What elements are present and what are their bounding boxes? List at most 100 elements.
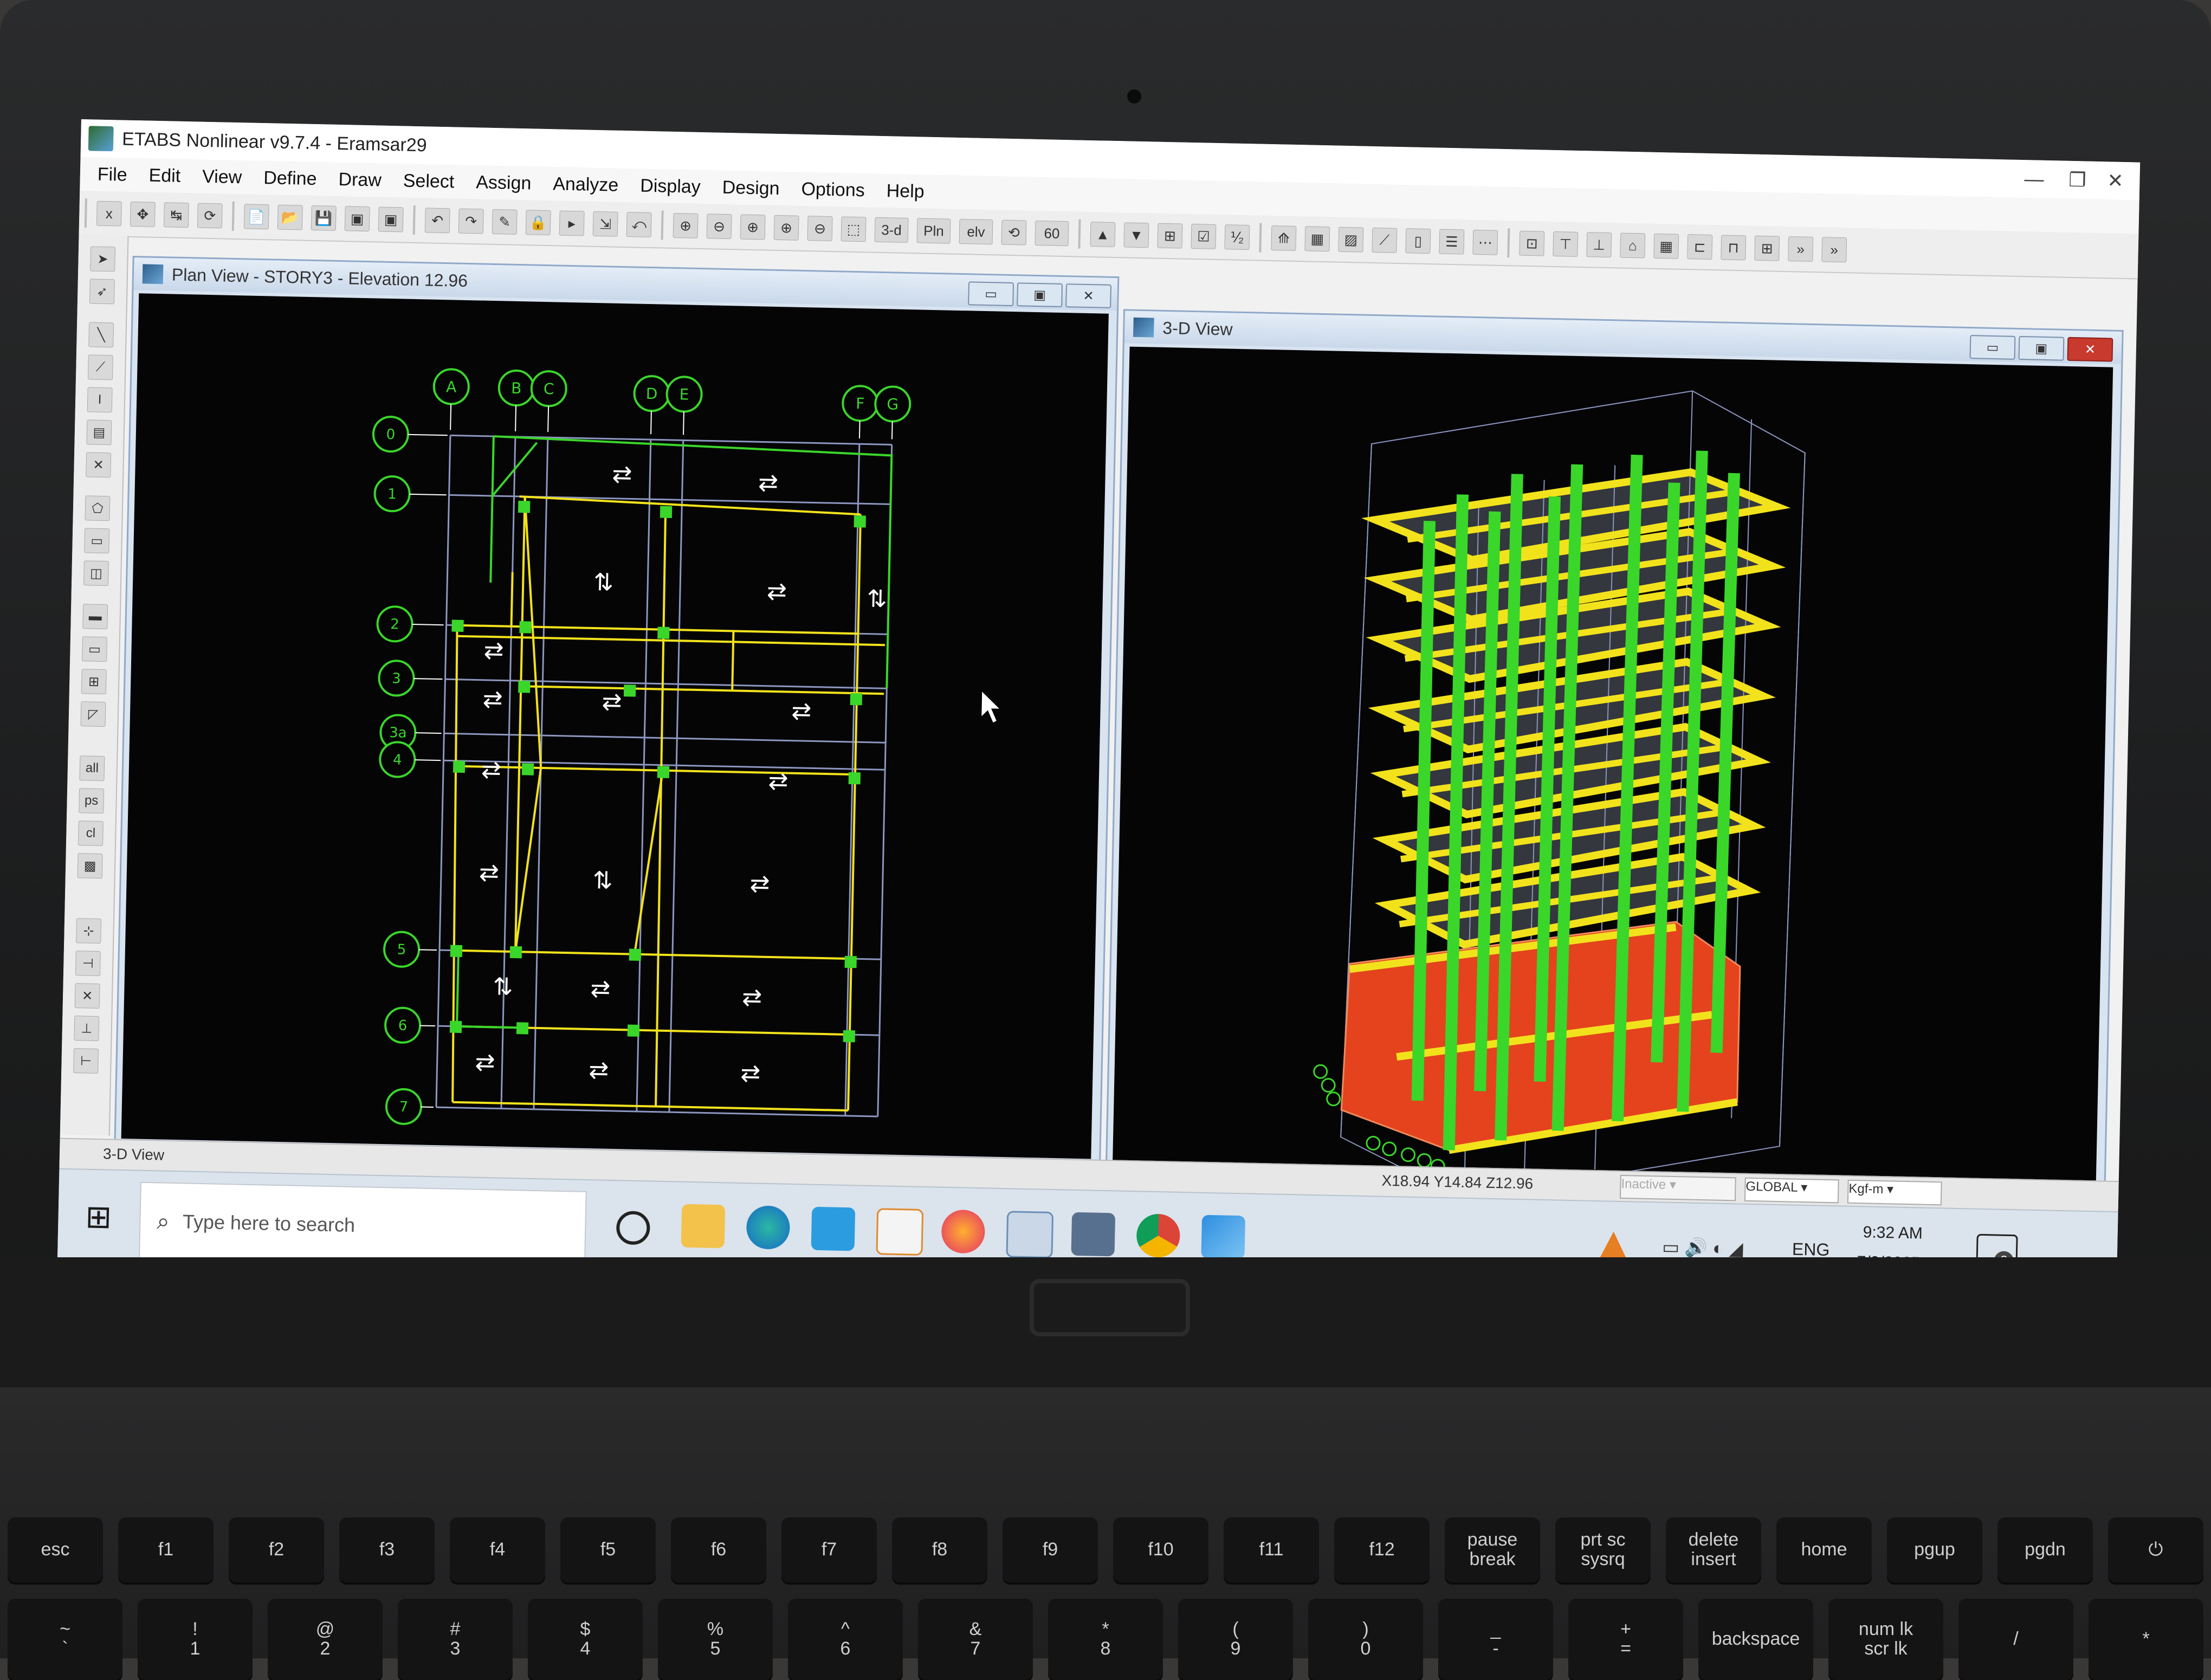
menu-define[interactable]: Define [259,167,321,189]
zoom-previous-icon[interactable]: ⊖ [807,216,833,241]
menu-draw[interactable]: Draw [334,169,386,191]
draw-beam-icon[interactable]: ▤ [86,419,112,445]
design-steel-icon[interactable]: ⊤ [1553,231,1578,257]
menu-assign[interactable]: Assign [471,172,536,194]
run-icon[interactable]: ⇲ [593,211,618,237]
draw-opening-icon[interactable]: ▭ [82,636,107,662]
keyboard-key[interactable]: $ 4 [528,1599,643,1680]
move-up-icon[interactable]: ▲ [1090,222,1115,247]
keyboard-key[interactable]: # 3 [398,1599,513,1680]
fraction-icon[interactable]: ⅟₂ [1224,224,1250,250]
plan-close-button[interactable]: ✕ [1065,283,1111,308]
autocad-icon[interactable] [1006,1211,1053,1258]
snap-end-icon[interactable]: ⊣ [75,951,101,976]
keyboard-key[interactable]: & 7 [918,1599,1033,1680]
task-view-icon[interactable] [616,1211,650,1245]
design-shear-icon[interactable]: ⊓ [1721,235,1746,260]
toolbar-overflow-icon[interactable]: » [1788,236,1813,262]
set-display-options-icon[interactable]: ☑ [1191,224,1216,249]
keyboard-key[interactable]: prt sc sysrq [1555,1517,1651,1582]
replicate-icon[interactable]: ↹ [164,202,189,228]
minimize-button[interactable]: — [2009,165,2059,193]
keyboard-key[interactable]: f1 [118,1517,214,1582]
design-table-icon[interactable]: ⊞ [1754,236,1780,261]
keyboard-key[interactable]: @ 2 [268,1599,383,1680]
draw-line-icon[interactable]: ╲ [88,322,114,347]
open-folder-icon[interactable]: 📂 [277,205,303,230]
pencil-icon[interactable]: ✎ [492,209,518,235]
menu-edit[interactable]: Edit [144,165,185,187]
keyboard-key[interactable]: _ - [1438,1599,1553,1680]
cut-icon[interactable]: x [96,201,122,227]
menu-file[interactable]: File [93,164,132,185]
keyboard-key[interactable]: ( 9 [1178,1599,1293,1680]
design-concrete-icon[interactable]: ⊥ [1586,232,1612,257]
elevation-view-button[interactable]: elv [959,219,993,244]
show-mode-icon[interactable]: ⟋ [1372,228,1397,253]
clear-selection-icon[interactable]: cl [78,820,104,846]
save-icon[interactable]: 💾 [311,205,337,231]
keyboard-key[interactable]: * 8 [1048,1599,1163,1680]
3d-view-canvas[interactable] [1113,347,2113,1183]
zoom-window-icon[interactable]: ⊕ [673,213,699,238]
redo-icon[interactable]: ↷ [458,209,484,234]
draw-secondary-icon[interactable]: ✕ [86,452,111,477]
show-list-icon[interactable]: ☰ [1439,229,1464,255]
etabs-taskbar-icon[interactable] [1071,1212,1115,1257]
snap-line-icon[interactable]: ⊢ [73,1048,99,1074]
keyboard-key[interactable]: home [1776,1517,1872,1582]
keyboard-key[interactable]: num lk scr lk [1828,1599,1943,1680]
keyboard-key[interactable]: ~ ` [8,1599,122,1680]
menu-view[interactable]: View [198,166,247,188]
zoom-in-icon[interactable]: ⊕ [740,215,766,240]
keyboard-key[interactable]: ^ 6 [788,1599,903,1680]
draw-link-icon[interactable]: ◸ [81,701,106,727]
keyboard-key[interactable]: f4 [450,1517,545,1582]
keyboard-key[interactable]: esc [8,1517,103,1582]
keyboard-key[interactable]: / [1958,1599,2073,1680]
keyboard-key[interactable]: delete insert [1666,1517,1761,1582]
rotate-view-icon[interactable]: ⤺ [626,212,652,237]
zoom-restore-icon[interactable]: ⊕ [774,215,799,241]
keyboard-key[interactable]: f11 [1224,1517,1319,1582]
rotate-3d-icon[interactable]: ⟲ [1001,220,1027,245]
draw-area-icon[interactable]: ⬠ [85,495,110,521]
windows-start-icon[interactable]: ⊞ [85,1200,120,1235]
inactive-dropdown[interactable]: Inactive ▾ [1620,1175,1736,1201]
draw-rectangle-icon[interactable]: ▭ [84,528,109,553]
keyboard-key[interactable]: f9 [1003,1517,1098,1582]
keyboard-key[interactable]: f10 [1113,1517,1208,1582]
menu-display[interactable]: Display [636,175,705,198]
keyboard-key[interactable]: f3 [339,1517,435,1582]
keyboard-key[interactable]: f7 [781,1517,877,1582]
draw-brace-icon[interactable]: ⟋ [88,354,113,380]
show-forces-icon[interactable]: ▦ [1304,226,1330,251]
keyboard-key[interactable]: ) 0 [1308,1599,1423,1680]
clock-time[interactable]: 9:32 AM [1863,1223,1923,1243]
photos-icon[interactable] [1201,1215,1245,1259]
pointer-icon[interactable]: ➤ [90,246,115,272]
menu-design[interactable]: Design [717,177,784,199]
lock-model-icon[interactable]: ▣ [378,207,404,232]
plan-view-button[interactable]: Pln [917,218,951,243]
design-joist-icon[interactable]: ⊏ [1687,234,1712,260]
keyboard-key[interactable]: + = [1568,1599,1683,1680]
3d-close-button[interactable]: ✕ [2067,337,2113,362]
store-icon[interactable] [876,1208,923,1256]
show-stresses-icon[interactable]: ▨ [1338,227,1363,253]
keyboard-key[interactable]: f5 [560,1517,656,1582]
draw-column-icon[interactable]: I [87,387,113,412]
menu-analyze[interactable]: Analyze [548,173,623,196]
keyboard-key[interactable]: f8 [892,1517,987,1582]
tray-icons[interactable]: ▭ 🔊 ◐ ◢ [1662,1237,1743,1260]
zoom-out-icon[interactable]: ⊖ [707,214,732,239]
chrome-icon[interactable] [1136,1213,1180,1258]
show-deformed-icon[interactable]: ⟰ [1271,225,1296,251]
intersect-select-icon[interactable]: ▩ [77,853,103,878]
move-icon[interactable]: ✥ [130,202,156,227]
menu-select[interactable]: Select [398,170,458,192]
lock-icon[interactable]: 🔒 [526,210,551,235]
keyboard-key[interactable]: pgdn [1997,1517,2093,1582]
toolbar-overflow-icon[interactable]: » [1821,237,1847,262]
keyboard-key[interactable]: pause break [1445,1517,1540,1582]
